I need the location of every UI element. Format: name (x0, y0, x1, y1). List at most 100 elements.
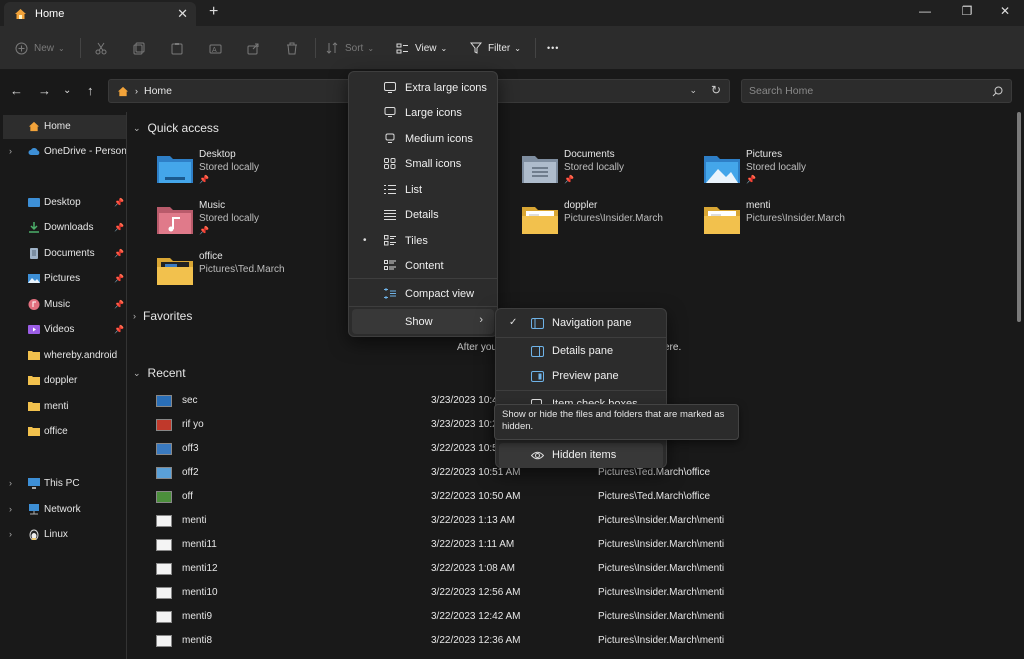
scrollbar[interactable] (1017, 112, 1021, 322)
menu-item-compact-view[interactable]: Compact view (352, 281, 494, 306)
submenu-item-hidden-items[interactable]: Hidden items (499, 443, 663, 468)
sidebar-item-menti[interactable]: menti (0, 395, 126, 419)
file-name: off3 (182, 443, 199, 454)
image-file-icon (156, 395, 172, 407)
tab-home[interactable]: Home ✕ (4, 2, 196, 26)
section-quick-access[interactable]: ⌄ Quick access (133, 121, 219, 135)
table-row[interactable]: menti9 3/22/2023 12:42 AM Pictures\Insider… (128, 605, 1008, 629)
sidebar-item-label: This PC (44, 478, 80, 489)
menu-item-extra-large-icons[interactable]: Extra large icons (352, 75, 494, 100)
pin-icon: 📌 (114, 249, 124, 258)
image-file-icon (156, 635, 172, 647)
breadcrumb-home[interactable]: Home (144, 85, 172, 97)
clipboard-icon (171, 42, 183, 54)
sidebar-item-linux[interactable]: › Linux (0, 523, 126, 547)
sidebar-item-pictures[interactable]: Pictures 📌 (0, 267, 126, 291)
search-input[interactable]: Search Home (741, 79, 1012, 103)
table-row[interactable]: menti10 3/22/2023 12:56 AM Pictures\Inside… (128, 581, 1008, 605)
share-button[interactable] (247, 38, 266, 58)
menu-item-content[interactable]: Content (352, 253, 494, 278)
sidebar-item-network[interactable]: › Network (0, 498, 126, 522)
maximize-button[interactable]: ❐ (952, 4, 982, 18)
tab-title: Home (35, 8, 65, 20)
title-bar: Home ✕ + — ❐ ✕ (0, 0, 1024, 26)
menu-item-medium-icons[interactable]: Medium icons (352, 126, 494, 151)
file-name: menti (182, 515, 207, 526)
minimize-button[interactable]: — (910, 4, 940, 18)
quick-access-item-documents[interactable]: Documents Stored locally 📌 (522, 148, 702, 194)
quick-access-item-music[interactable]: Music Stored locally 📌 (157, 199, 337, 245)
view-menu: Extra large icons Large icons Medium ico… (348, 71, 498, 337)
menu-item-list[interactable]: List (352, 177, 494, 202)
table-row[interactable]: menti8 3/22/2023 12:36 AM Pictures\Insider… (128, 629, 1008, 653)
sort-button[interactable]: Sort ⌄ (326, 38, 374, 58)
sidebar-item-home[interactable]: Home (3, 115, 126, 139)
section-favorites[interactable]: › Favorites (133, 309, 192, 323)
menu-separator (496, 390, 666, 391)
submenu-item-details-pane[interactable]: Details pane (499, 339, 663, 364)
sidebar-item-label: office (44, 426, 68, 437)
table-row[interactable]: menti11 3/22/2023 1:11 AM Pictures\Insider… (128, 533, 1008, 557)
sidebar-item-downloads[interactable]: Downloads 📌 (0, 216, 126, 240)
section-recent[interactable]: ⌄ Recent (133, 366, 186, 380)
view-button[interactable]: View ⌄ (396, 38, 447, 58)
copy-button[interactable] (133, 38, 151, 58)
chevron-right-icon[interactable]: › (9, 146, 12, 156)
chevron-right-icon[interactable]: › (9, 504, 12, 514)
back-button[interactable]: ← (10, 83, 23, 98)
filter-button[interactable]: Filter ⌄ (470, 38, 521, 58)
item-location: Pictures\Insider.March (564, 213, 663, 224)
sidebar-item-documents[interactable]: Documents 📌 (0, 242, 126, 266)
sidebar-item-office[interactable]: office (0, 420, 126, 444)
more-options-button[interactable]: ••• (547, 38, 559, 58)
menu-separator (349, 278, 497, 279)
delete-button[interactable] (286, 38, 304, 58)
table-row[interactable]: off 3/22/2023 10:50 AM Pictures\Ted.March\… (128, 485, 1008, 509)
paste-button[interactable] (171, 38, 189, 58)
close-tab-button[interactable]: ✕ (177, 6, 188, 22)
quick-access-item-menti[interactable]: menti Pictures\Insider.March (704, 199, 884, 245)
menu-item-label: Content (405, 260, 444, 272)
quick-access-item-doppler[interactable]: doppler Pictures\Insider.March (522, 199, 702, 245)
quick-access-item-office[interactable]: office Pictures\Ted.March (157, 250, 337, 296)
menu-item-large-icons[interactable]: Large icons (352, 100, 494, 125)
chevron-right-icon[interactable]: › (9, 529, 12, 539)
address-dropdown-icon[interactable]: ⌄ (689, 85, 697, 96)
sidebar-item-music[interactable]: Music 📌 (0, 293, 126, 317)
image-file-icon (156, 539, 172, 551)
sidebar-item-desktop[interactable]: Desktop 📌 (0, 191, 126, 215)
preview-pane-icon (531, 371, 544, 382)
item-location: Pictures\Insider.March (746, 213, 845, 224)
new-button[interactable]: New ⌄ (15, 38, 65, 58)
divider (315, 38, 316, 58)
quick-access-item-pictures[interactable]: Pictures Stored locally 📌 (704, 148, 884, 194)
table-row[interactable]: menti12 3/22/2023 1:08 AM Pictures\Insider… (128, 557, 1008, 581)
sidebar-item-onedrive[interactable]: › OneDrive - Persona (0, 140, 126, 164)
sidebar-item-videos[interactable]: Videos 📌 (0, 318, 126, 342)
sidebar-item-doppler[interactable]: doppler (0, 369, 126, 393)
sidebar-item-whereby[interactable]: whereby.android (0, 344, 126, 368)
menu-item-tiles[interactable]: • Tiles (352, 228, 494, 253)
recent-locations-button[interactable]: ⌄ (63, 85, 71, 96)
sidebar-item-this-pc[interactable]: › This PC (0, 472, 126, 496)
table-row[interactable]: menti 3/22/2023 1:13 AM Pictures\Insider.M… (128, 509, 1008, 533)
close-window-button[interactable]: ✕ (990, 4, 1020, 18)
chevron-down-icon: ⌄ (133, 122, 141, 133)
folder-icon (28, 427, 40, 436)
cut-button[interactable] (95, 38, 113, 58)
menu-item-small-icons[interactable]: Small icons (352, 151, 494, 176)
file-location: Pictures\Insider.March\menti (598, 635, 725, 646)
menu-item-show[interactable]: Show › (352, 309, 494, 334)
forward-button[interactable]: → (38, 83, 51, 98)
up-button[interactable]: ↑ (87, 83, 94, 98)
new-tab-button[interactable]: + (209, 3, 218, 21)
section-title: Recent (147, 366, 186, 380)
quick-access-item-desktop[interactable]: Desktop Stored locally 📌 (157, 148, 337, 194)
submenu-item-preview-pane[interactable]: Preview pane (499, 364, 663, 389)
image-file-icon (156, 467, 172, 479)
refresh-icon[interactable]: ↻ (711, 83, 721, 97)
chevron-right-icon[interactable]: › (9, 478, 12, 488)
menu-item-details[interactable]: Details (352, 202, 494, 227)
rename-button[interactable]: A (209, 38, 228, 58)
submenu-item-navigation-pane[interactable]: ✓ Navigation pane (499, 311, 663, 336)
